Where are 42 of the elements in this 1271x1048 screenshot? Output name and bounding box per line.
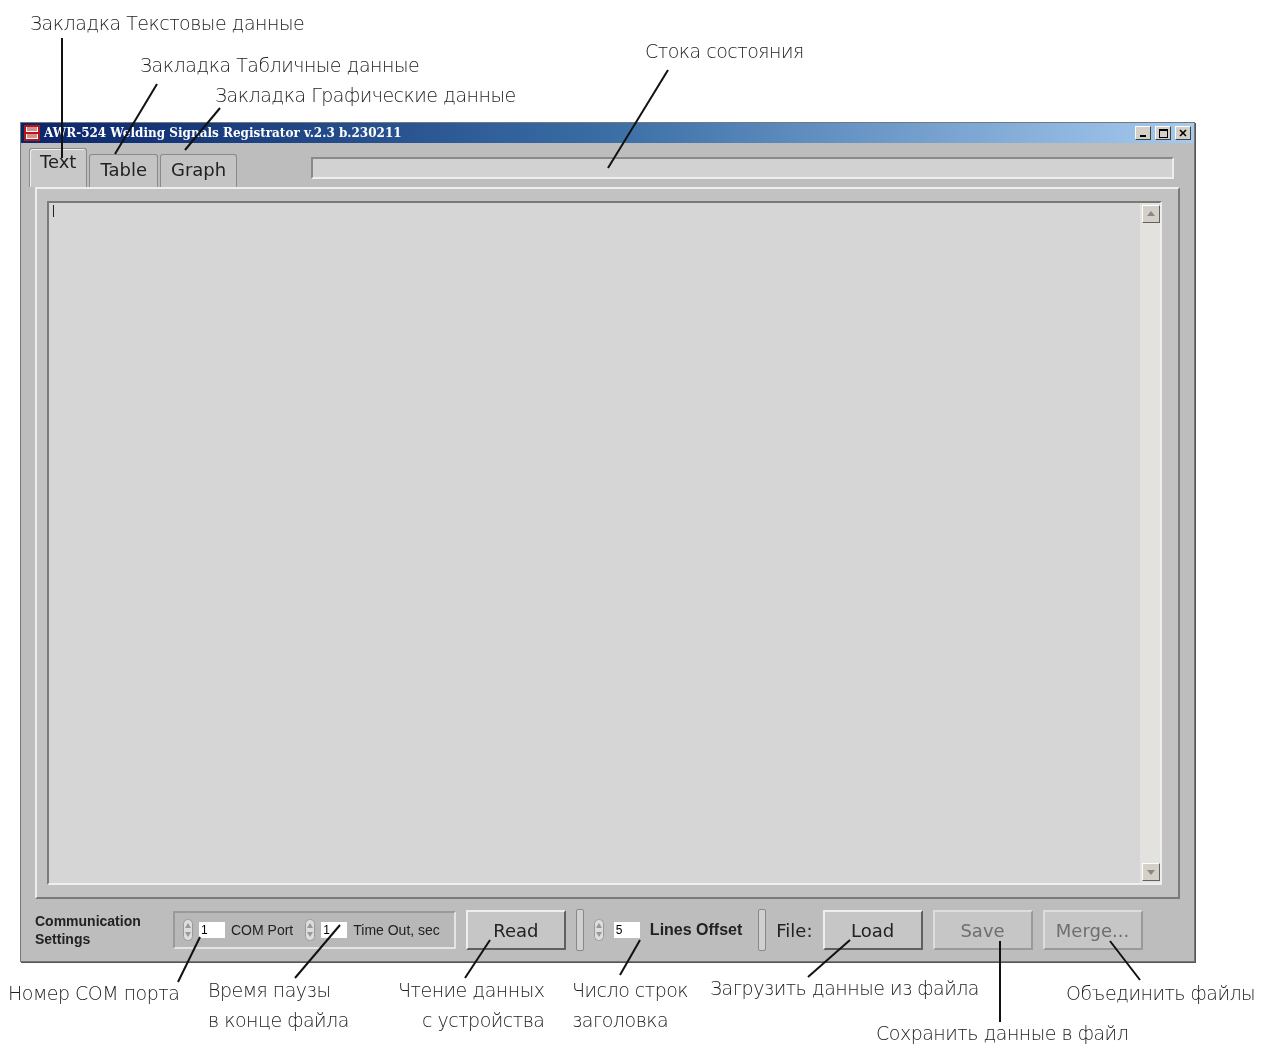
annotation-label: Объединить файлы [1066,981,1256,1006]
scroll-down-icon[interactable] [1142,863,1160,881]
number-field[interactable]: 1 [199,922,225,938]
leader-line [807,939,851,978]
separator-bar [758,909,767,951]
annotation-label: Номер COM порта [8,981,180,1006]
annotation-label: Чтение данных с устройства [398,978,545,1033]
minimize-button[interactable] [1135,126,1151,140]
annotation-label: Загрузить данные из файла [710,976,979,1001]
annotation-label: Закладка Текстовые данные [30,11,305,36]
annotation-label: Время паузы в конце файла [208,978,349,1033]
settings-label: Communication Settings [35,912,142,948]
leader-line [1109,940,1141,981]
leader-line [294,924,341,979]
app-logo-icon [24,125,40,141]
number-field[interactable]: 1 [321,922,348,938]
scrollbar[interactable] [1140,203,1160,883]
maximize-icon [1158,128,1168,138]
scroll-up-icon[interactable] [1142,205,1160,223]
text-caret [53,205,54,217]
separator-bar [575,909,584,951]
load-button[interactable]: Load [822,910,923,950]
number-field[interactable]: 5 [613,922,640,938]
leader-line [619,939,641,976]
field-label: Lines Offset [649,921,743,939]
field-label: COM Port [231,922,294,938]
annotation-label: Закладка Графические данные [215,83,516,108]
leader-line [177,936,201,983]
maximize-button[interactable] [1155,126,1171,140]
read-button[interactable]: Read [465,910,566,950]
annotation-label: Стока состояния [645,39,804,64]
close-button[interactable] [1175,126,1191,140]
close-icon [1179,129,1187,137]
field-label: Time Out, sec [353,922,440,938]
tab[interactable]: Graph [159,154,238,187]
file-label: File: [776,919,813,941]
tab[interactable]: Text [29,148,88,187]
leader-line [464,939,491,979]
annotation-label: Сохранить данные в файл [876,1021,1129,1046]
annotation-label: Закладка Табличные данные [140,53,420,78]
tab[interactable]: Table [89,154,158,187]
annotation-label: Число строк заголовка [572,978,689,1033]
